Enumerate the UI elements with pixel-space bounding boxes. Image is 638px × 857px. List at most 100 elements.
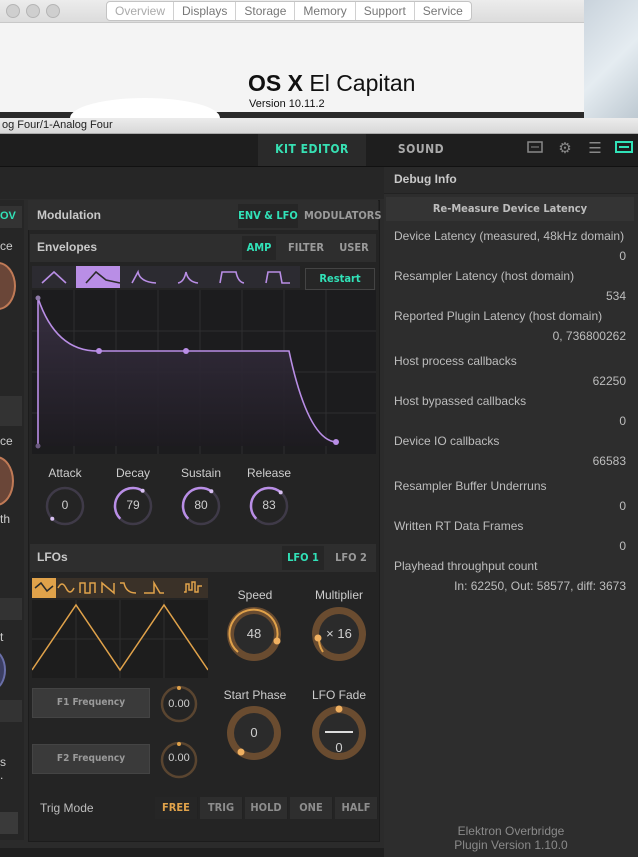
tab-overview[interactable]: Overview — [107, 2, 173, 20]
trig-half-button[interactable]: HALF — [335, 797, 378, 819]
lfo-wave-triangle-icon[interactable] — [34, 581, 54, 593]
gear-icon[interactable]: ⚙ — [555, 140, 575, 158]
plugin-window-title: og Four/1-Analog Four — [0, 118, 638, 134]
envelope-shape-exp-icon[interactable] — [131, 269, 157, 284]
debug-value-host-process: 62250 — [592, 374, 626, 388]
sustain-value: 80 — [194, 498, 208, 512]
debug-value-reported-latency: 0, 736800262 — [552, 329, 626, 343]
multiplier-label: Multiplier — [314, 588, 363, 602]
f2-frequency-button[interactable]: F2 Frequency — [32, 744, 150, 774]
f1-frequency-value: 0.00 — [168, 698, 190, 710]
start-phase-label: Start Phase — [223, 688, 287, 702]
sustain-label: Sustain — [180, 466, 222, 480]
tab-kit-editor[interactable]: KIT EDITOR — [258, 134, 366, 166]
close-window-button[interactable] — [6, 4, 20, 18]
debug-key-reported-latency: Reported Plugin Latency (host domain) — [394, 309, 603, 323]
left-section-header-3 — [0, 700, 22, 722]
tab-modulators[interactable]: MODULATORS — [304, 204, 382, 228]
knob-indicator — [209, 489, 214, 494]
left-button-fragment[interactable] — [0, 812, 18, 834]
trig-free-button[interactable]: FREE — [155, 797, 198, 819]
envelope-point-attack[interactable] — [35, 295, 41, 301]
left-fragment-5: s — [0, 755, 6, 769]
os-version: Version 10.11.2 — [249, 98, 325, 110]
lfo-wave-random-icon[interactable] — [184, 581, 202, 593]
lfo-fade-label: LFO Fade — [311, 688, 367, 702]
modulation-title: Modulation — [37, 208, 101, 222]
envelope-shape-adsr-icon[interactable] — [85, 270, 121, 284]
decay-label: Decay — [115, 466, 150, 480]
left-fragment-3: th — [0, 512, 11, 526]
envelopes-title: Envelopes — [37, 240, 98, 254]
envelope-point-start[interactable] — [35, 443, 41, 449]
envelope-shape-perc-icon[interactable] — [177, 271, 199, 284]
debug-value-underruns: 0 — [619, 499, 626, 513]
desktop-background — [584, 0, 638, 130]
tab-sound-browser[interactable]: SOUND BROWSER — [366, 134, 476, 186]
envelope-graph[interactable] — [32, 290, 376, 454]
start-phase-value: 0 — [250, 725, 258, 740]
lfo-wave-sine-icon[interactable] — [57, 583, 75, 593]
restart-button[interactable]: Restart — [305, 268, 375, 290]
remeasure-latency-button[interactable]: Re-Measure Device Latency — [386, 197, 634, 221]
editor-scrollbar[interactable] — [0, 848, 384, 857]
tab-support[interactable]: Support — [354, 2, 414, 20]
plugin-version: Plugin Version 1.10.0 — [454, 838, 568, 852]
tab-user[interactable]: USER — [336, 236, 372, 260]
debug-value-device-latency: 0 — [619, 249, 626, 263]
speed-label: Speed — [237, 588, 273, 602]
lfo-wave-saw-icon[interactable] — [101, 581, 115, 595]
f1-frequency-button[interactable]: F1 Frequency — [32, 688, 150, 718]
debug-title: Debug Info — [394, 172, 457, 186]
envelope-point-release[interactable] — [333, 439, 339, 445]
release-label: Release — [246, 466, 292, 480]
zoom-window-button[interactable] — [46, 4, 60, 18]
envelope-shape-square-icon[interactable] — [265, 271, 290, 284]
trig-trig-button[interactable]: TRIG — [200, 797, 243, 819]
overbridge-status-icon[interactable] — [614, 140, 634, 158]
release-value: 83 — [262, 498, 276, 512]
tab-displays[interactable]: Displays — [173, 2, 235, 20]
tab-storage[interactable]: Storage — [235, 2, 294, 20]
tab-amp[interactable]: AMP — [242, 236, 276, 260]
lfo-wave-exp-icon[interactable] — [120, 582, 137, 594]
envelope-shape-gate-icon[interactable] — [219, 271, 245, 284]
left-fragment-2: ce — [0, 434, 13, 448]
envelope-shape-ad-icon[interactable] — [41, 270, 67, 284]
left-section-header — [0, 396, 22, 426]
trig-mode-label: Trig Mode — [40, 801, 94, 815]
tab-env-lfo[interactable]: ENV & LFO — [238, 204, 298, 228]
debug-value-device-io: 66583 — [592, 454, 626, 468]
knob-indicator — [50, 516, 55, 521]
envelope-point-sustain[interactable] — [183, 348, 189, 354]
lfos-title: LFOs — [37, 550, 68, 564]
left-fragment-ov: OV — [0, 210, 16, 222]
debug-value-resampler-latency: 534 — [605, 289, 626, 303]
tab-memory[interactable]: Memory — [294, 2, 354, 20]
left-fragment-6: . — [0, 768, 4, 782]
tab-service[interactable]: Service — [413, 2, 471, 20]
debug-key-rt-frames: Written RT Data Frames — [394, 519, 524, 533]
menu-icon[interactable]: ☰ — [585, 140, 605, 158]
device-icon[interactable] — [525, 140, 545, 158]
debug-key-device-io: Device IO callbacks — [394, 434, 500, 448]
lfo-waveform-graph[interactable] — [32, 600, 208, 678]
trig-one-button[interactable]: ONE — [290, 797, 333, 819]
trig-hold-button[interactable]: HOLD — [245, 797, 288, 819]
debug-key-underruns: Resampler Buffer Underruns — [394, 479, 547, 493]
lfos-header — [30, 544, 376, 572]
debug-value-rt-frames: 0 — [619, 539, 626, 553]
minimize-window-button[interactable] — [26, 4, 40, 18]
plugin-name: Elektron Overbridge — [457, 824, 565, 838]
tab-filter[interactable]: FILTER — [284, 236, 328, 260]
about-tabs: Overview Displays Storage Memory Support… — [106, 1, 472, 21]
attack-value: 0 — [61, 498, 69, 512]
lfo-wave-ramp-icon[interactable] — [144, 580, 164, 594]
knob-indicator — [140, 488, 145, 493]
envelope-point-decay[interactable] — [96, 348, 102, 354]
tab-lfo1[interactable]: LFO 1 — [282, 546, 324, 570]
left-fragment-1: ce — [0, 239, 13, 253]
lfo-wave-square-icon[interactable] — [79, 582, 96, 594]
tab-lfo2[interactable]: LFO 2 — [330, 546, 372, 570]
f2-frequency-value: 0.00 — [168, 752, 190, 764]
